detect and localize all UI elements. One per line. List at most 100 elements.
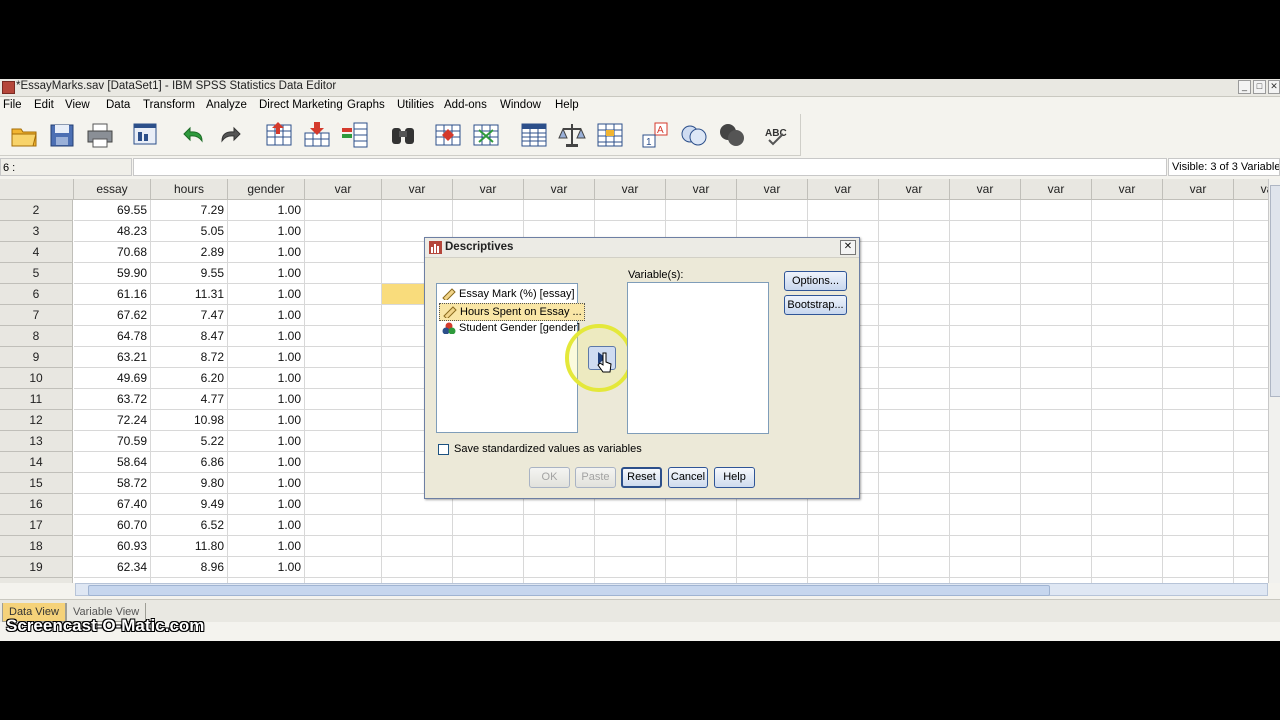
cell-empty[interactable]: [737, 557, 808, 578]
menu-file[interactable]: File: [3, 99, 22, 111]
cell-empty[interactable]: [524, 557, 595, 578]
cell-empty[interactable]: [1163, 326, 1234, 347]
cell-empty[interactable]: [1163, 200, 1234, 221]
list-item-gender[interactable]: Student Gender [gender]: [439, 320, 582, 336]
redo-icon[interactable]: [216, 120, 246, 150]
cell-empty[interactable]: [1092, 263, 1163, 284]
cell-empty[interactable]: [1021, 368, 1092, 389]
cell-gender[interactable]: 1.00: [228, 263, 305, 284]
list-item-essay[interactable]: Essay Mark (%) [essay]: [439, 286, 577, 302]
cell-hours[interactable]: 4.77: [151, 389, 228, 410]
row-number[interactable]: 9: [0, 347, 73, 368]
cell-empty[interactable]: [1163, 221, 1234, 242]
cell-empty[interactable]: [950, 389, 1021, 410]
row-number[interactable]: 19: [0, 557, 73, 578]
column-header-empty[interactable]: var: [1163, 179, 1234, 200]
menu-analyze[interactable]: Analyze: [206, 99, 247, 111]
cell-hours[interactable]: 6.52: [151, 515, 228, 536]
cell-empty[interactable]: [737, 200, 808, 221]
cell-empty[interactable]: [382, 557, 453, 578]
cell-empty[interactable]: [950, 200, 1021, 221]
cell-essay[interactable]: 58.72: [74, 473, 151, 494]
cell-empty[interactable]: [879, 221, 950, 242]
cell-hours[interactable]: 10.98: [151, 410, 228, 431]
cell-empty[interactable]: [1092, 368, 1163, 389]
row-number[interactable]: 6: [0, 284, 73, 305]
vertical-scroll-thumb[interactable]: [1270, 185, 1280, 397]
menu-transform[interactable]: Transform: [143, 99, 195, 111]
menu-direct-marketing[interactable]: Direct Marketing: [259, 99, 343, 111]
cell-empty[interactable]: [1092, 305, 1163, 326]
cell-empty[interactable]: [382, 200, 453, 221]
cell-essay[interactable]: 64.78: [74, 326, 151, 347]
cell-gender[interactable]: 1.00: [228, 221, 305, 242]
cell-value-editor[interactable]: [133, 158, 1167, 176]
row-number[interactable]: 20: [0, 578, 73, 583]
cell-empty[interactable]: [1021, 431, 1092, 452]
reset-button[interactable]: Reset: [621, 467, 662, 488]
cell-empty[interactable]: [1234, 431, 1268, 452]
menu-edit[interactable]: Edit: [34, 99, 54, 111]
cell-empty[interactable]: [950, 431, 1021, 452]
select-cases-icon[interactable]: [595, 120, 625, 150]
row-number[interactable]: 14: [0, 452, 73, 473]
cell-empty[interactable]: [524, 200, 595, 221]
cell-empty[interactable]: [305, 494, 382, 515]
cell-empty[interactable]: [950, 305, 1021, 326]
cell-empty[interactable]: [1092, 326, 1163, 347]
cell-empty[interactable]: [950, 410, 1021, 431]
cell-empty[interactable]: [1234, 515, 1268, 536]
column-header-empty[interactable]: var: [595, 179, 666, 200]
cell-empty[interactable]: [305, 242, 382, 263]
column-header-empty[interactable]: var: [305, 179, 382, 200]
cell-empty[interactable]: [950, 326, 1021, 347]
cell-empty[interactable]: [1234, 536, 1268, 557]
column-header-empty[interactable]: var: [1092, 179, 1163, 200]
cell-empty[interactable]: [1163, 305, 1234, 326]
column-header-empty[interactable]: var: [1234, 179, 1268, 200]
column-header-empty[interactable]: var: [808, 179, 879, 200]
cell-empty[interactable]: [1234, 368, 1268, 389]
cell-essay[interactable]: 72.24: [74, 410, 151, 431]
goto-variable-icon[interactable]: [302, 120, 332, 150]
row-number[interactable]: 17: [0, 515, 73, 536]
cell-hours[interactable]: 7.47: [151, 305, 228, 326]
cell-empty[interactable]: [305, 368, 382, 389]
cell-empty[interactable]: [879, 284, 950, 305]
undo-icon[interactable]: [178, 120, 208, 150]
cell-hours[interactable]: 5.22: [151, 431, 228, 452]
cell-essay[interactable]: 69.55: [74, 200, 151, 221]
cell-empty[interactable]: [1021, 263, 1092, 284]
cell-empty[interactable]: [524, 515, 595, 536]
cell-empty[interactable]: [950, 347, 1021, 368]
cell-empty[interactable]: [305, 557, 382, 578]
cell-empty[interactable]: [1021, 221, 1092, 242]
cell-essay[interactable]: 70.59: [74, 431, 151, 452]
cell-essay[interactable]: 59.90: [74, 263, 151, 284]
cell-empty[interactable]: [1092, 389, 1163, 410]
dialog-close-button[interactable]: ✕: [840, 240, 856, 255]
cell-empty[interactable]: [1163, 263, 1234, 284]
cell-empty[interactable]: [1234, 221, 1268, 242]
cell-empty[interactable]: [1163, 389, 1234, 410]
cell-empty[interactable]: [305, 305, 382, 326]
cell-empty[interactable]: [950, 221, 1021, 242]
cell-empty[interactable]: [879, 473, 950, 494]
cell-empty[interactable]: [879, 326, 950, 347]
column-header-empty[interactable]: var: [666, 179, 737, 200]
cell-essay[interactable]: 70.68: [74, 242, 151, 263]
cell-empty[interactable]: [737, 515, 808, 536]
cell-empty[interactable]: [1021, 389, 1092, 410]
cell-empty[interactable]: [1021, 452, 1092, 473]
cell-gender[interactable]: 1.00: [228, 431, 305, 452]
cell-empty[interactable]: [1234, 305, 1268, 326]
column-header-empty[interactable]: var: [453, 179, 524, 200]
cell-empty[interactable]: [595, 557, 666, 578]
cell-empty[interactable]: [808, 200, 879, 221]
cell-empty[interactable]: [1092, 347, 1163, 368]
save-icon[interactable]: [47, 120, 77, 150]
cell-empty[interactable]: [1021, 494, 1092, 515]
cell-gender[interactable]: 1.00: [228, 557, 305, 578]
cell-empty[interactable]: [305, 263, 382, 284]
cell-gender[interactable]: 1.00: [228, 242, 305, 263]
